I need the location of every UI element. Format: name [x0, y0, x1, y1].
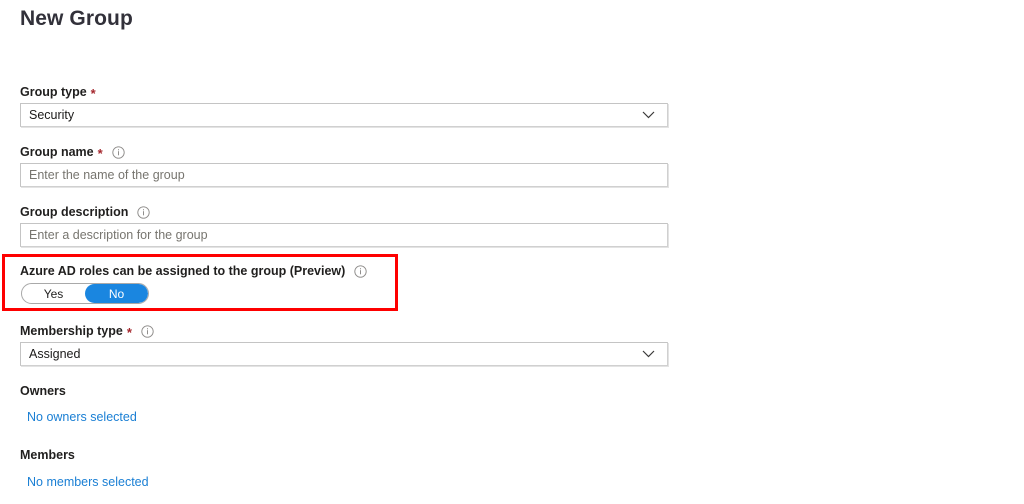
- chevron-down-icon: [637, 111, 659, 119]
- required-asterisk: *: [90, 86, 96, 101]
- group-description-label-text: Group description: [20, 205, 129, 219]
- membership-type-label: Membership type *: [20, 323, 154, 339]
- chevron-down-icon: [637, 350, 659, 358]
- group-type-label-text: Group type: [20, 85, 87, 99]
- members-label: Members: [20, 448, 75, 462]
- group-description-input[interactable]: [20, 223, 668, 247]
- required-asterisk: *: [126, 325, 132, 340]
- azure-ad-roles-toggle[interactable]: Yes No: [21, 283, 149, 304]
- owners-label: Owners: [20, 384, 66, 398]
- membership-type-select[interactable]: Assigned: [20, 342, 668, 366]
- owners-link[interactable]: No owners selected: [27, 409, 137, 425]
- info-icon[interactable]: [137, 205, 150, 219]
- group-name-label: Group name *: [20, 144, 125, 160]
- info-icon[interactable]: [141, 324, 154, 338]
- toggle-option-no[interactable]: No: [85, 284, 148, 303]
- membership-type-label-text: Membership type: [20, 324, 123, 338]
- azure-ad-roles-label: Azure AD roles can be assigned to the gr…: [20, 263, 367, 279]
- group-description-label: Group description: [20, 204, 150, 220]
- group-type-label: Group type *: [20, 84, 96, 100]
- group-type-select[interactable]: Security: [20, 103, 668, 127]
- required-asterisk: *: [97, 146, 103, 161]
- group-type-value: Security: [29, 108, 75, 122]
- page-title: New Group: [20, 7, 133, 30]
- members-link[interactable]: No members selected: [27, 474, 149, 490]
- toggle-option-yes[interactable]: Yes: [22, 284, 85, 303]
- group-name-label-text: Group name: [20, 145, 94, 159]
- group-name-input[interactable]: [20, 163, 668, 187]
- azure-ad-roles-label-text: Azure AD roles can be assigned to the gr…: [20, 264, 346, 278]
- info-icon[interactable]: [112, 145, 125, 159]
- info-icon[interactable]: [354, 264, 367, 278]
- membership-type-value: Assigned: [29, 347, 81, 361]
